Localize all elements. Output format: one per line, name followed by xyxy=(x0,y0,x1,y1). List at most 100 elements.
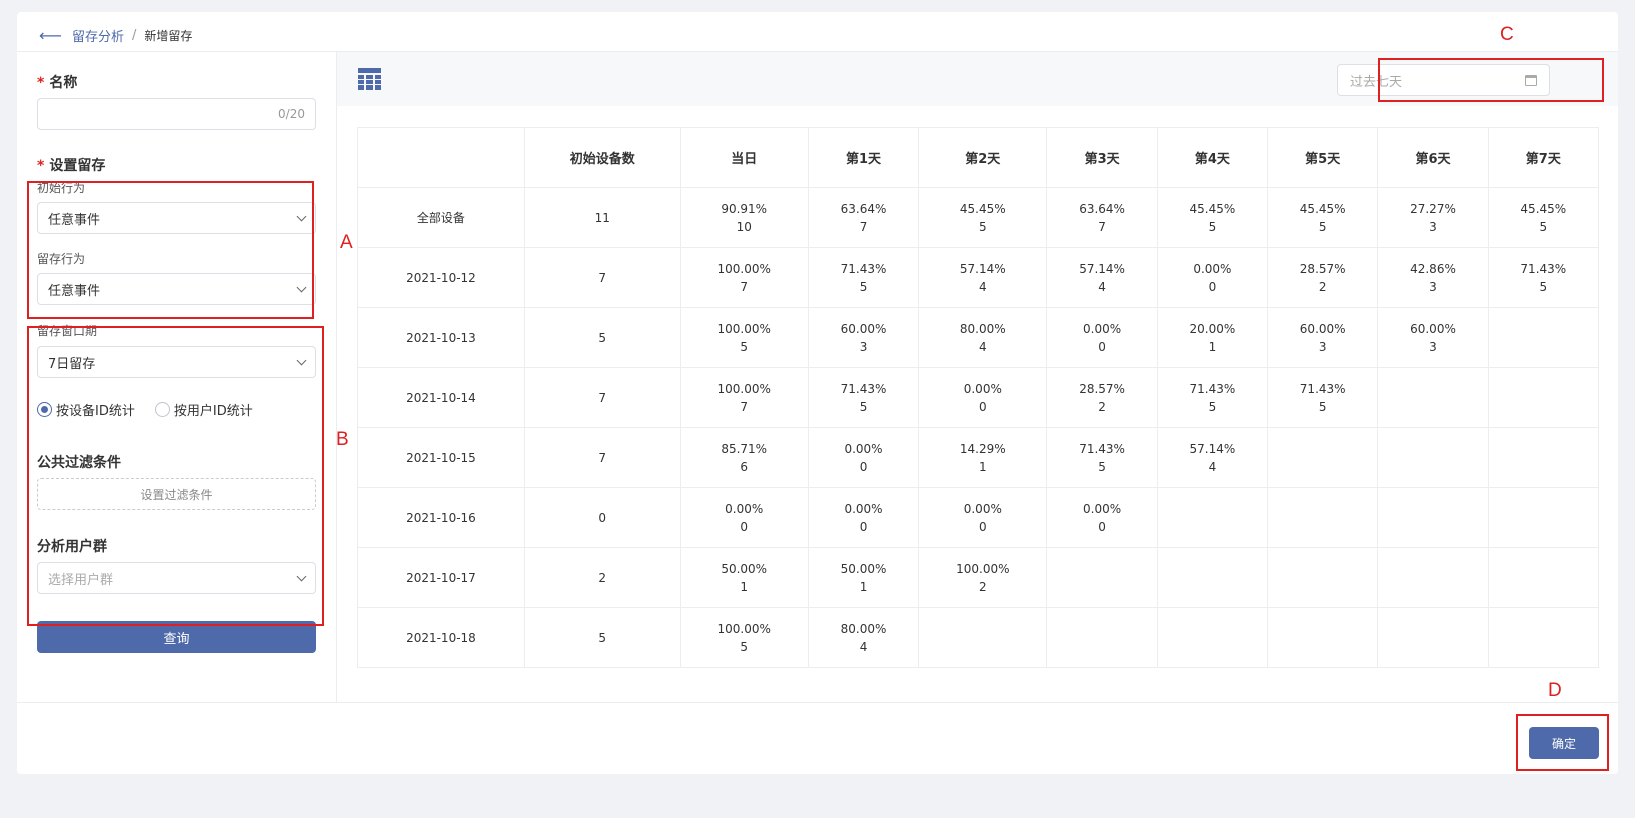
arrow-left-icon[interactable]: ⟵ xyxy=(39,26,62,45)
confirm-button[interactable]: 确定 xyxy=(1529,727,1599,759)
filter-label: 公共过滤条件 xyxy=(37,455,121,471)
table-row: 2021-10-13 5 100.00% 5 60.00% 3 80.00% 4 0.00% 0 2… xyxy=(357,307,1600,368)
table-row: 2021-10-14 7 100.00% 7 71.43% 5 0.00% 0 28.57% 2 7… xyxy=(357,367,1600,428)
user-group-label: 分析用户群 xyxy=(37,539,107,555)
retention-cell: 28.57% 2 xyxy=(1267,247,1379,308)
retention-count: 1 xyxy=(978,459,987,474)
user-group-select[interactable]: 选择用户群 xyxy=(37,562,316,594)
retention-cell xyxy=(1267,487,1379,548)
user-group-placeholder: 选择用户群 xyxy=(48,572,114,588)
retention-cell xyxy=(1487,487,1600,548)
table-header-cell: 第2天 xyxy=(918,127,1048,188)
retention-percent: 71.43% xyxy=(1520,261,1567,276)
initial-count-cell: 5 xyxy=(523,607,681,668)
radio-device-id[interactable]: 按设备ID统计 xyxy=(37,400,135,419)
retention-cell xyxy=(1487,607,1600,668)
retention-cell: 80.00% 4 xyxy=(918,307,1048,368)
table-header-cell: 第5天 xyxy=(1267,127,1379,188)
retention-percent: 0.00% xyxy=(844,441,883,456)
initial-count-cell: 7 xyxy=(523,247,681,308)
retention-cell: 63.64% 7 xyxy=(1046,187,1158,248)
retention-cell: 80.00% 4 xyxy=(807,607,920,668)
retention-count: 0 xyxy=(1208,279,1217,294)
retention-count: 4 xyxy=(1208,459,1217,474)
retention-cell: 0.00% 0 xyxy=(918,367,1048,428)
retention-cell: 100.00% 5 xyxy=(679,607,809,668)
retention-cell: 14.29% 1 xyxy=(918,427,1048,488)
window-value: 7日留存 xyxy=(48,356,96,372)
retention-count: 0 xyxy=(978,519,987,534)
retention-cell xyxy=(918,607,1048,668)
row-label-cell: 2021-10-14 xyxy=(357,367,525,428)
radio-user-id[interactable]: 按用户ID统计 xyxy=(154,400,253,419)
retention-percent: 57.14% xyxy=(959,261,1006,276)
name-input[interactable]: 0/20 xyxy=(37,98,316,130)
retention-percent: 100.00% xyxy=(717,621,771,636)
retention-percent: 80.00% xyxy=(840,621,887,636)
retention-cell xyxy=(1046,547,1158,608)
table-header-row: 初始设备数 当日 第1天 第2天 第3天 第4天 第5天 第6天 第7天 xyxy=(357,127,1600,188)
breadcrumb-separator: / xyxy=(131,27,137,43)
retention-percent: 42.86% xyxy=(1410,261,1456,276)
retention-count: 7 xyxy=(740,279,749,294)
window-label: 留存窗口期 xyxy=(37,324,98,338)
retention-percent: 100.00% xyxy=(717,381,771,396)
retention-count: 3 xyxy=(1318,339,1327,354)
retention-percent: 71.43% xyxy=(840,381,887,396)
retention-percent: 50.00% xyxy=(721,561,768,576)
initial-action-label: 初始行为 xyxy=(37,181,86,195)
set-filter-button[interactable]: 设置过滤条件 xyxy=(37,478,316,510)
date-range-picker[interactable]: 过去七天 xyxy=(1337,64,1550,96)
retention-cell: 0.00% 0 xyxy=(1046,487,1158,548)
retention-percent: 100.00% xyxy=(956,561,1010,576)
retention-cell: 71.43% 5 xyxy=(1156,367,1269,428)
retention-percent: 0.00% xyxy=(963,501,1002,516)
retention-cell: 85.71% 6 xyxy=(679,427,809,488)
retention-cell xyxy=(1267,427,1379,488)
table-header-cell: 第6天 xyxy=(1377,127,1489,188)
retention-cell xyxy=(1377,607,1489,668)
retention-percent: 0.00% xyxy=(1083,321,1122,336)
retention-count: 4 xyxy=(978,339,987,354)
retention-percent: 100.00% xyxy=(717,261,771,276)
retention-percent: 28.57% xyxy=(1079,381,1125,396)
retention-count: 2 xyxy=(1318,279,1327,294)
retention-percent: 27.27% xyxy=(1410,201,1456,216)
calendar-icon xyxy=(1525,74,1537,86)
retention-cell: 71.43% 5 xyxy=(807,367,920,428)
retention-cell: 45.45% 5 xyxy=(918,187,1048,248)
retention-percent: 57.14% xyxy=(1189,441,1236,456)
initial-action-select[interactable]: 任意事件 xyxy=(37,202,316,234)
retention-count: 5 xyxy=(1208,219,1217,234)
retention-cell: 57.14% 4 xyxy=(1046,247,1158,308)
retention-percent: 90.91% xyxy=(721,201,768,216)
breadcrumb: ⟵ 留存分析 / 新增留存 xyxy=(39,24,192,46)
retention-cell xyxy=(1377,487,1489,548)
table-grid-icon[interactable] xyxy=(358,68,381,90)
row-label-cell: 2021-10-12 xyxy=(357,247,525,308)
table-row: 2021-10-15 7 85.71% 6 0.00% 0 14.29% 1 71.43% 5 57… xyxy=(357,427,1600,488)
retention-cell: 45.45% 5 xyxy=(1487,187,1600,248)
table-row: 2021-10-18 5 100.00% 5 80.00% 4 xyxy=(357,607,1600,668)
annotation-label-d: D xyxy=(1548,680,1562,701)
initial-action-value: 任意事件 xyxy=(48,212,101,228)
retention-count: 7 xyxy=(859,219,868,234)
retention-count: 0 xyxy=(740,519,749,534)
query-button[interactable]: 查询 xyxy=(37,621,316,653)
retention-cell: 71.43% 5 xyxy=(807,247,920,308)
retention-cell: 100.00% 7 xyxy=(679,247,809,308)
retention-cell: 90.91% 10 xyxy=(679,187,809,248)
retention-percent: 28.57% xyxy=(1299,261,1346,276)
retention-percent: 45.45% xyxy=(1520,201,1567,216)
retention-count: 5 xyxy=(1539,279,1548,294)
window-select[interactable]: 7日留存 xyxy=(37,346,316,378)
retention-action-select[interactable]: 任意事件 xyxy=(37,273,316,305)
retention-cell: 0.00% 0 xyxy=(1156,247,1269,308)
retention-percent: 45.45% xyxy=(1299,201,1346,216)
retention-count: 7 xyxy=(1098,219,1106,234)
retention-cell xyxy=(1377,547,1489,608)
retention-cell: 45.45% 5 xyxy=(1156,187,1269,248)
breadcrumb-parent-link[interactable]: 留存分析 xyxy=(72,26,124,45)
retention-count: 2 xyxy=(978,579,987,594)
retention-count: 3 xyxy=(859,339,868,354)
